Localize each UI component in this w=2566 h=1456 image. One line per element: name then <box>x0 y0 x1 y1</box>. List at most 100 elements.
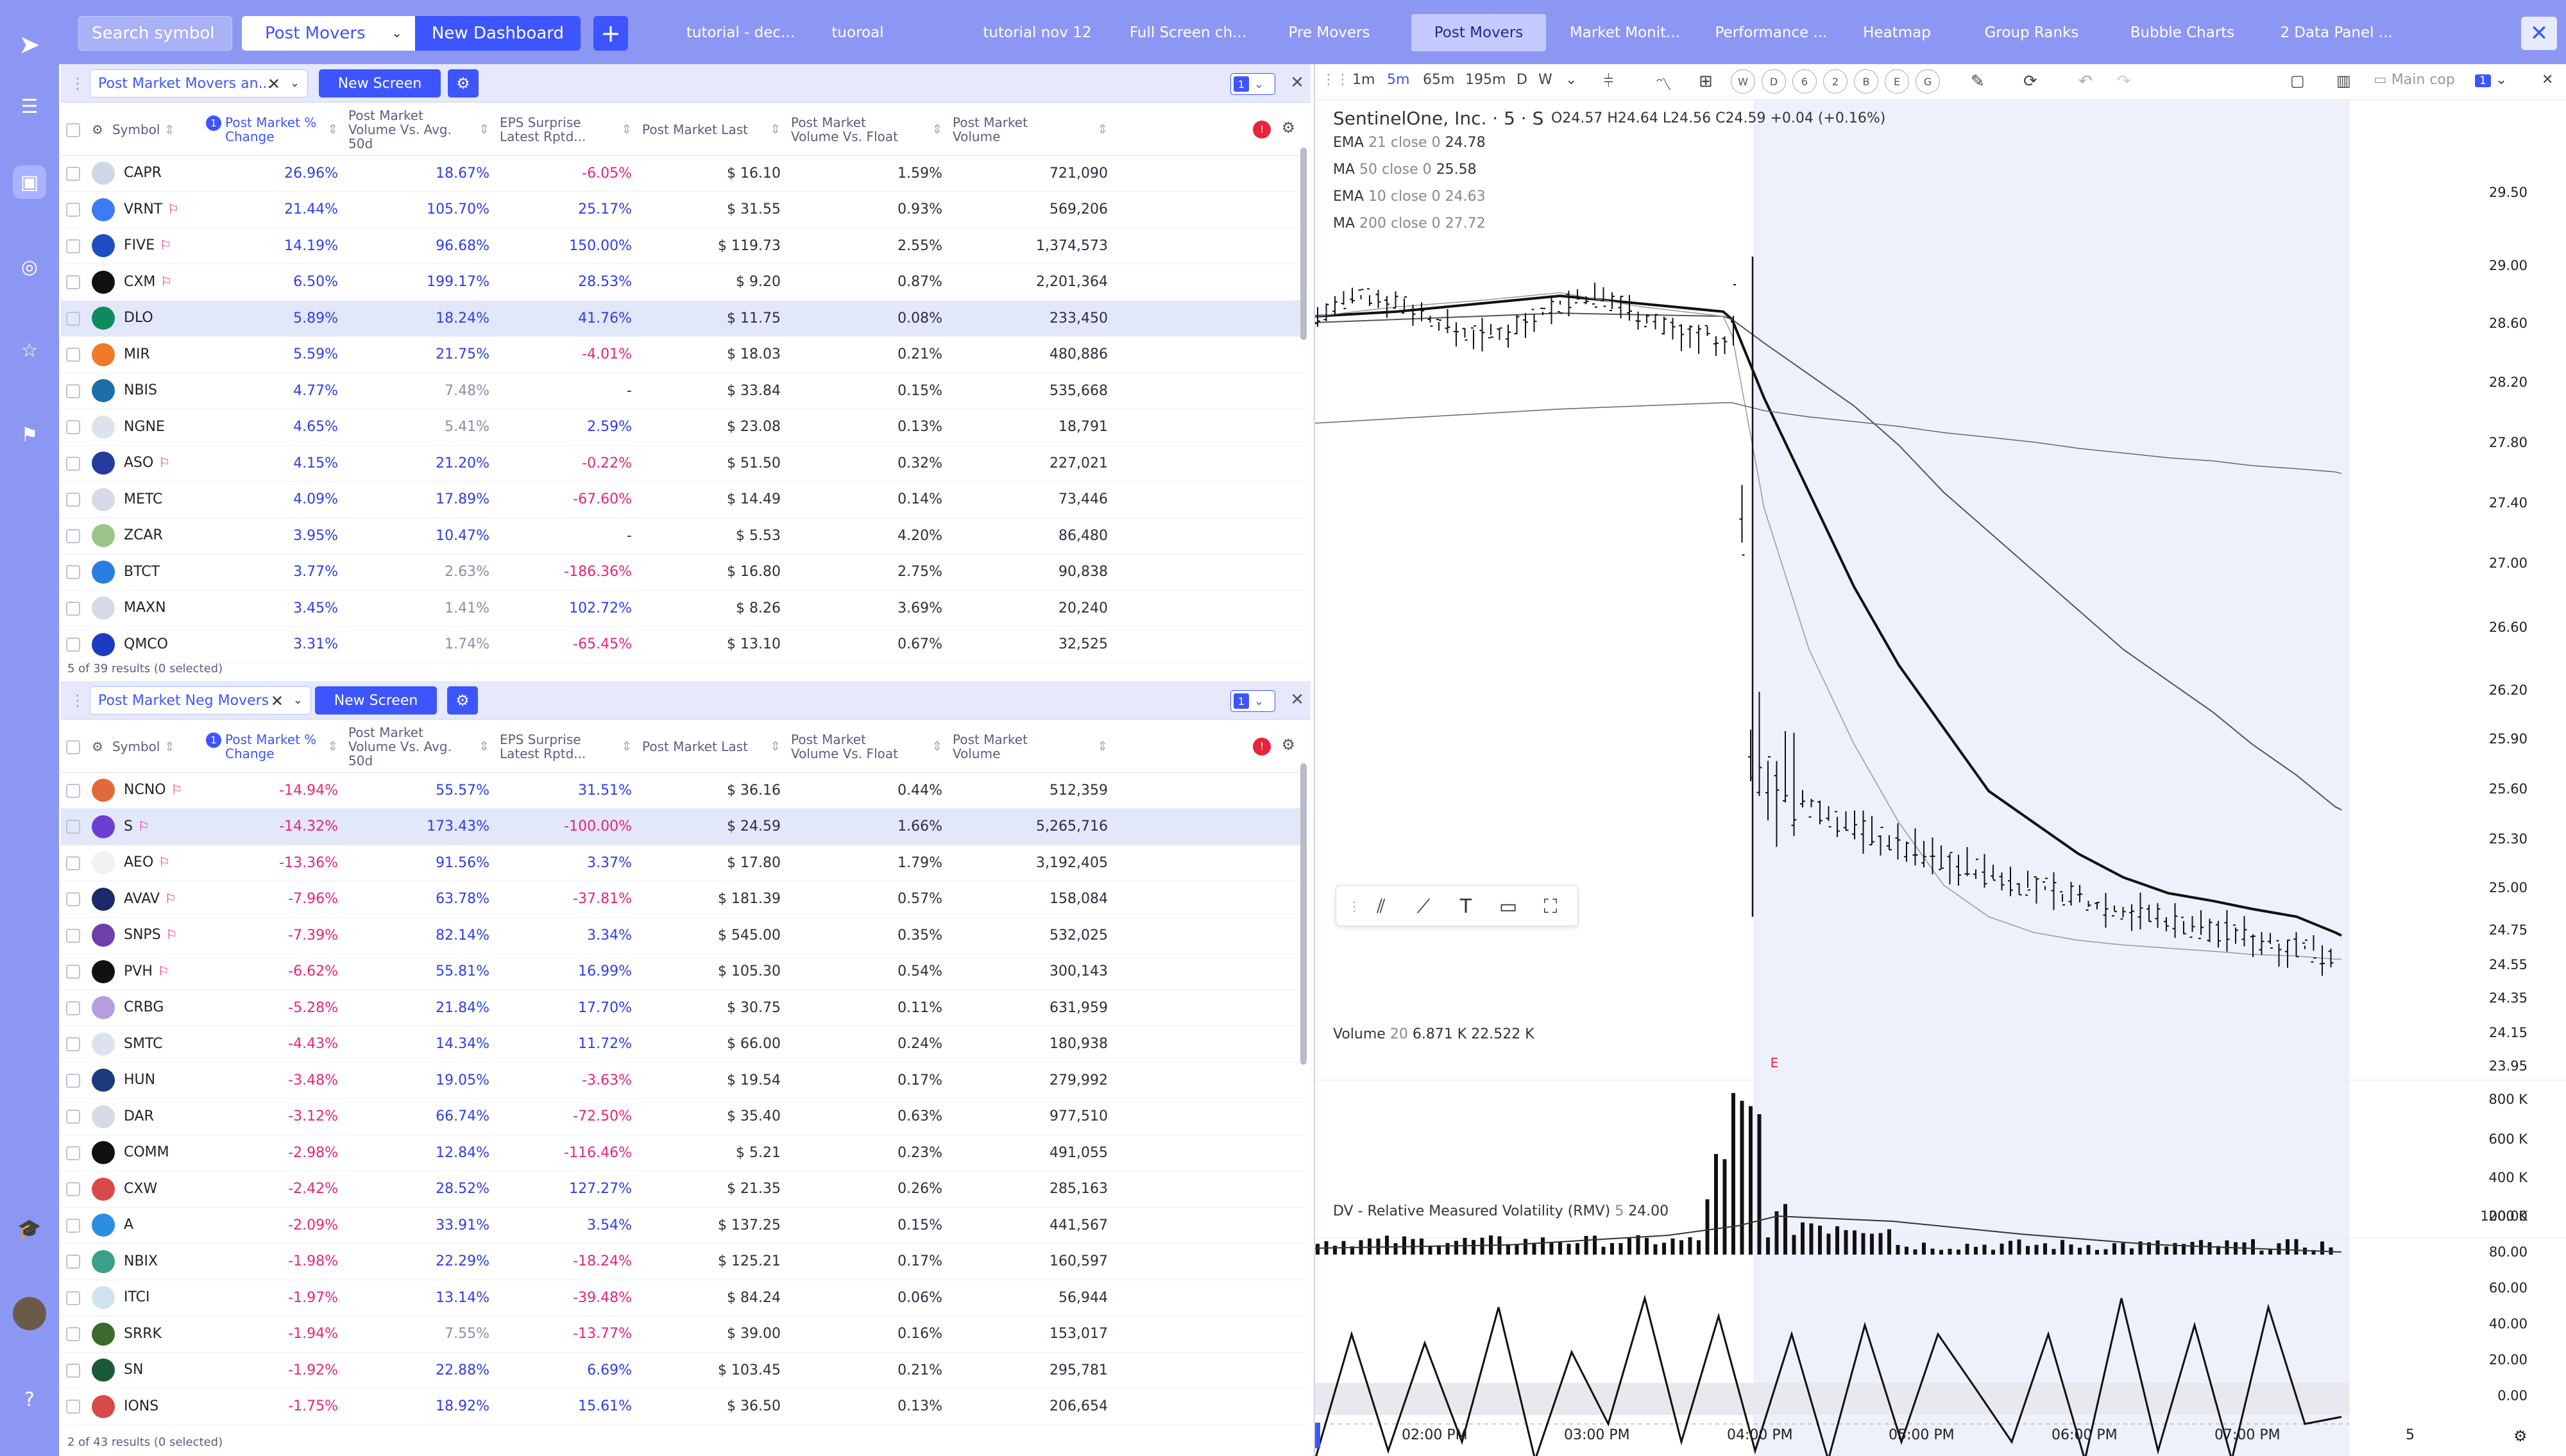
period-e[interactable]: E <box>1885 69 1909 94</box>
tab-post-movers[interactable]: Post Movers <box>1411 14 1546 51</box>
table-row[interactable]: SMTC -4.43% 14.34% 11.72% $ 66.00 0.24% 180,93… <box>61 1026 1305 1063</box>
col-header-5[interactable]: Post Market Volume Vs. Float ⇕ <box>786 721 947 773</box>
clear-icon[interactable]: ✕ <box>268 75 280 93</box>
col-header-4[interactable]: Post Market Last ⇕ <box>637 104 786 156</box>
symbol-cell[interactable]: AVAV ⚐ <box>87 881 201 918</box>
table-row[interactable]: S ⚐ -14.32% 173.43% -100.00% $ 24.59 1.66% 5,26… <box>61 808 1305 845</box>
row-checkbox-cell[interactable] <box>61 772 87 809</box>
symbol-cell[interactable]: NCNO ⚐ <box>87 772 201 809</box>
flag-icon[interactable]: ⚐ <box>160 274 172 289</box>
table-row[interactable]: CXW -2.42% 28.52% 127.27% $ 21.35 0.26% 285,16… <box>61 1171 1305 1208</box>
symbol-cell[interactable]: CXW <box>87 1171 201 1208</box>
indicator-legend-item[interactable]: EMA 21 close 0 24.78 <box>1333 135 1486 151</box>
settings-icon[interactable]: ⚙ <box>92 122 103 137</box>
close-icon[interactable]: ✕ <box>1290 690 1304 709</box>
tab-tutorial-nov-12[interactable]: tutorial nov 12 <box>983 14 1092 51</box>
indicator-icon[interactable]: ⫩ <box>1604 72 1613 92</box>
col-header-3[interactable]: EPS Surprise Latest Rptd... ⇕ <box>495 104 637 156</box>
row-checkbox-cell[interactable] <box>61 1388 87 1425</box>
table-row[interactable]: PVH ⚐ -6.62% 55.81% 16.99% $ 105.30 0.54% 300,1… <box>61 953 1305 990</box>
link-group-select[interactable]: 1 ⌄ <box>1230 690 1275 712</box>
checkbox[interactable] <box>66 1291 80 1305</box>
row-checkbox-cell[interactable] <box>61 445 87 482</box>
symbol-cell[interactable]: MIR <box>87 336 201 373</box>
table-row[interactable]: FIVE ⚐ 14.19% 96.68% 150.00% $ 119.73 2.55% 1,3… <box>61 228 1305 264</box>
table-row[interactable]: NBIS 4.77% 7.48% - $ 33.84 0.15% 535,668 <box>61 373 1305 409</box>
symbol-cell[interactable]: SRRK <box>87 1316 201 1353</box>
interval-w[interactable]: W <box>1538 72 1552 88</box>
fib-tool-icon[interactable]: ⫽ <box>1367 892 1395 920</box>
checkbox[interactable] <box>66 783 80 798</box>
symbol-cell[interactable]: A <box>87 1207 201 1244</box>
row-checkbox-cell[interactable] <box>61 1316 87 1353</box>
select-all-checkbox[interactable] <box>61 721 87 773</box>
line-chart-icon[interactable]: 〽 <box>1655 72 1672 96</box>
tab-bubble-charts[interactable]: Bubble Charts <box>2125 14 2240 51</box>
symbol-cell[interactable]: NBIX <box>87 1243 201 1280</box>
row-checkbox-cell[interactable] <box>61 1026 87 1063</box>
symbol-cell[interactable]: ASO ⚐ <box>87 445 201 482</box>
symbol-cell[interactable]: NBIS <box>87 373 201 409</box>
gear-icon[interactable]: ⚙ <box>1281 736 1295 754</box>
checkbox[interactable] <box>66 1146 80 1160</box>
close-icon[interactable]: ✕ <box>1290 73 1304 92</box>
symbol-cell[interactable]: COMM <box>87 1135 201 1171</box>
row-checkbox-cell[interactable] <box>61 336 87 373</box>
interval-1m[interactable]: 1m <box>1352 72 1375 88</box>
row-checkbox-cell[interactable] <box>61 953 87 990</box>
symbol-cell[interactable]: IONS <box>87 1388 201 1425</box>
row-checkbox-cell[interactable] <box>61 373 87 409</box>
tab-group-ranks[interactable]: Group Ranks <box>1977 14 2086 51</box>
period-2[interactable]: 2 <box>1823 69 1848 94</box>
period-b[interactable]: B <box>1854 69 1878 94</box>
symbol-cell[interactable]: HUN <box>87 1062 201 1099</box>
col-header-symbol[interactable]: ⚙ Symbol ⇕ <box>87 104 201 156</box>
grid-layout-icon[interactable]: ⊞ <box>1699 72 1713 91</box>
symbol-cell[interactable]: NGNE <box>87 409 201 446</box>
screen-select[interactable]: Post Market Neg Movers ✕ ⌄ <box>90 686 311 715</box>
table-row[interactable]: COMM -2.98% 12.84% -116.46% $ 5.21 0.23% 491,0… <box>61 1135 1305 1171</box>
row-checkbox-cell[interactable] <box>61 626 87 663</box>
checkbox[interactable] <box>66 601 80 616</box>
rectangle-tool-icon[interactable]: ⛶ <box>1536 892 1565 920</box>
checkbox[interactable] <box>66 348 80 362</box>
tab-performance[interactable]: Performance ... <box>1704 14 1839 51</box>
checkbox[interactable] <box>66 965 80 979</box>
symbol-cell[interactable]: ITCI <box>87 1280 201 1316</box>
menu-icon[interactable]: ☰ <box>13 90 46 123</box>
symbol-cell[interactable]: MAXN <box>87 590 201 627</box>
row-checkbox-cell[interactable] <box>61 1280 87 1316</box>
row-checkbox-cell[interactable] <box>61 300 87 337</box>
trend-line-icon[interactable]: ⟋ <box>1409 892 1438 920</box>
row-checkbox-cell[interactable] <box>61 481 87 518</box>
period-d[interactable]: D <box>1762 69 1786 94</box>
checkbox[interactable] <box>66 384 80 398</box>
row-checkbox-cell[interactable] <box>61 191 87 228</box>
symbol-cell[interactable]: S ⚐ <box>87 808 201 845</box>
table-row[interactable]: MIR 5.59% 21.75% -4.01% $ 18.03 0.21% 480,886 <box>61 336 1305 373</box>
row-checkbox-cell[interactable] <box>61 845 87 881</box>
flag-icon[interactable]: ⚐ <box>160 237 171 253</box>
close-icon[interactable]: ✕ <box>2521 17 2557 50</box>
new-screen-button[interactable]: New Screen <box>315 686 437 715</box>
checkbox[interactable] <box>66 1110 80 1124</box>
flag-icon[interactable]: ⚐ <box>158 455 170 470</box>
table-row[interactable]: A -2.09% 33.91% 3.54% $ 137.25 0.15% 441,567 <box>61 1207 1305 1244</box>
symbol-cell[interactable]: BTCT <box>87 554 201 591</box>
col-header-2[interactable]: Post Market Volume Vs. Avg. 50d ⇕ <box>343 721 495 773</box>
symbol-cell[interactable]: METC <box>87 481 201 518</box>
table-row[interactable]: SN -1.92% 22.88% 6.69% $ 103.45 0.21% 295,781 <box>61 1352 1305 1389</box>
redo-icon[interactable]: ↷ <box>2117 72 2131 91</box>
undo-icon[interactable]: ↶ <box>2078 72 2093 91</box>
row-checkbox-cell[interactable] <box>61 409 87 446</box>
callout-icon[interactable]: ▭ <box>1494 892 1522 920</box>
symbol-cell[interactable]: AEO ⚐ <box>87 845 201 881</box>
table-row[interactable]: NCNO ⚐ -14.94% 55.57% 31.51% $ 36.16 0.44% 512,… <box>61 772 1305 809</box>
col-header-3[interactable]: EPS Surprise Latest Rptd... ⇕ <box>495 721 637 773</box>
select-all-checkbox[interactable] <box>61 104 87 156</box>
row-checkbox-cell[interactable] <box>61 228 87 264</box>
table-row[interactable]: DAR -3.12% 66.74% -72.50% $ 35.40 0.63% 977,51… <box>61 1098 1305 1135</box>
checkbox[interactable] <box>66 239 80 253</box>
row-checkbox-cell[interactable] <box>61 1171 87 1208</box>
row-checkbox-cell[interactable] <box>61 155 87 192</box>
